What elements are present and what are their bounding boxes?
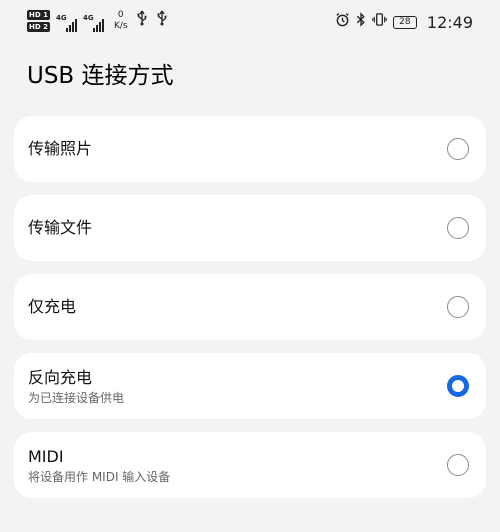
signal-sim2-icon: 4G — [83, 10, 104, 32]
option-text: 反向充电 为已连接设备供电 — [28, 353, 124, 419]
page-title: USB 连接方式 — [27, 63, 174, 89]
radio-button-selected[interactable] — [447, 375, 469, 397]
network-type-2: 4G — [82, 14, 94, 22]
status-bar: HD 1 HD 2 4G 4G 0 K/s 28 12:49 — [0, 0, 500, 44]
vibrate-icon — [372, 12, 387, 33]
option-midi[interactable]: MIDI 将设备用作 MIDI 输入设备 — [14, 432, 486, 498]
usb-icon — [136, 10, 148, 34]
alarm-icon — [335, 12, 350, 33]
usb-mode-options: 传输照片 传输文件 仅充电 反向充电 为已连接设备供电 MIDI 将设备用作 M… — [14, 116, 486, 511]
battery-icon: 28 — [392, 16, 417, 29]
option-label: 传输文件 — [28, 218, 93, 237]
network-speed-unit: K/s — [113, 21, 128, 31]
network-speed: 0 K/s — [114, 10, 128, 32]
option-subtitle: 为已连接设备供电 — [28, 390, 125, 405]
radio-button[interactable] — [447, 138, 469, 160]
option-label: 传输照片 — [28, 139, 93, 158]
sim-badges: HD 1 HD 2 — [27, 10, 50, 32]
sim1-hd-badge: HD 1 — [27, 10, 50, 20]
radio-button[interactable] — [447, 217, 469, 239]
option-text: 传输照片 — [28, 116, 92, 182]
network-type-1: 4G — [55, 14, 67, 22]
bluetooth-icon — [356, 12, 366, 33]
signal-sim1-icon: 4G — [56, 10, 77, 32]
option-subtitle: 将设备用作 MIDI 输入设备 — [28, 469, 171, 484]
status-right: 28 12:49 — [335, 12, 473, 33]
usb-icon — [156, 10, 168, 34]
option-reverse-charge[interactable]: 反向充电 为已连接设备供电 — [14, 353, 486, 419]
status-time: 12:49 — [426, 13, 473, 32]
option-text: MIDI 将设备用作 MIDI 输入设备 — [28, 432, 170, 498]
option-transfer-photos[interactable]: 传输照片 — [14, 116, 486, 182]
status-left: HD 1 HD 2 4G 4G 0 K/s — [27, 10, 168, 34]
option-charge-only[interactable]: 仅充电 — [14, 274, 486, 340]
option-text: 传输文件 — [28, 195, 92, 261]
radio-button[interactable] — [447, 296, 469, 318]
sim2-hd-badge: HD 2 — [27, 22, 50, 32]
option-label: 反向充电 — [28, 367, 93, 387]
radio-button[interactable] — [447, 454, 469, 476]
option-transfer-files[interactable]: 传输文件 — [14, 195, 486, 261]
option-label: 仅充电 — [28, 297, 77, 316]
option-text: 仅充电 — [28, 274, 76, 340]
option-label: MIDI — [28, 446, 64, 466]
network-speed-value: 0 — [117, 10, 124, 20]
